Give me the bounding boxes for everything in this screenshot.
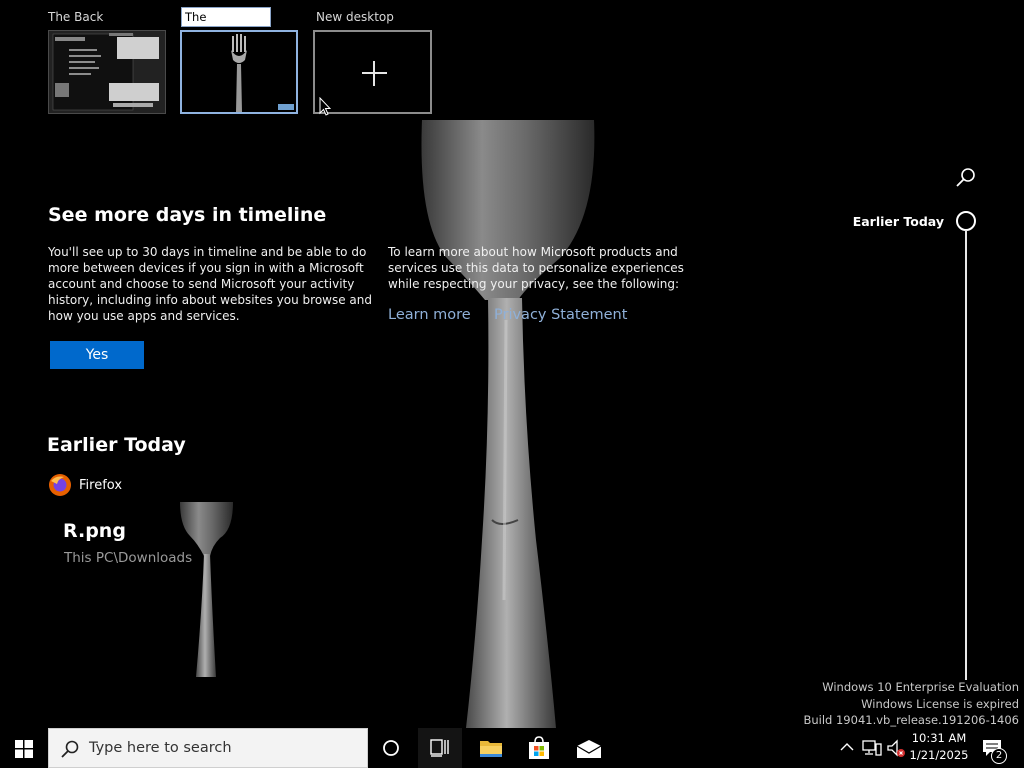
promo-title: See more days in timeline (48, 204, 327, 226)
cortana-icon[interactable] (382, 739, 400, 757)
timeline-track[interactable] (965, 230, 967, 680)
privacy-statement-link[interactable]: Privacy Statement (494, 307, 627, 323)
search-icon[interactable] (954, 166, 978, 190)
clock-date[interactable]: 1/21/2025 (908, 748, 970, 762)
timeline-node-label[interactable]: Earlier Today (853, 214, 944, 229)
firefox-app-label: Firefox (79, 478, 123, 493)
chevron-up-icon[interactable] (840, 742, 854, 752)
windows-start-icon[interactable] (15, 740, 33, 758)
file-explorer-icon[interactable] (479, 738, 503, 758)
watermark-line-3: Build 19041.vb_release.191206-1406 (803, 713, 1019, 727)
taskbar-search-box[interactable]: Type here to search (48, 728, 368, 768)
timeline-node[interactable] (956, 211, 976, 231)
firefox-icon (49, 474, 71, 496)
learn-more-link[interactable]: Learn more (388, 307, 471, 323)
yes-button[interactable]: Yes (50, 341, 144, 369)
clock-time[interactable]: 10:31 AM (908, 731, 970, 745)
watermark-line-1: Windows 10 Enterprise Evaluation (822, 680, 1019, 694)
task-view-highlight (418, 728, 462, 768)
promo-body: You'll see up to 30 days in timeline and… (48, 245, 373, 323)
earlier-today-heading: Earlier Today (47, 434, 186, 456)
privacy-text: To learn more about how Microsoft produc… (388, 245, 684, 291)
search-placeholder: Type here to search (89, 740, 232, 756)
activity-card-path: This PC\Downloads (64, 550, 193, 566)
notification-count-badge: 2 (991, 748, 1007, 764)
activity-card-r-png[interactable]: R.png This PC\Downloads (60, 500, 240, 680)
mail-icon[interactable] (576, 740, 602, 758)
volume-muted-icon[interactable] (886, 739, 906, 759)
microsoft-store-icon[interactable] (528, 736, 550, 760)
search-icon (61, 740, 79, 758)
watermark-line-2: Windows License is expired (861, 697, 1019, 711)
taskbar: Type here to search 10:31 AM 1/21/2025 2 (0, 728, 1024, 768)
network-icon[interactable] (862, 739, 882, 757)
activity-card-title: R.png (63, 520, 126, 542)
